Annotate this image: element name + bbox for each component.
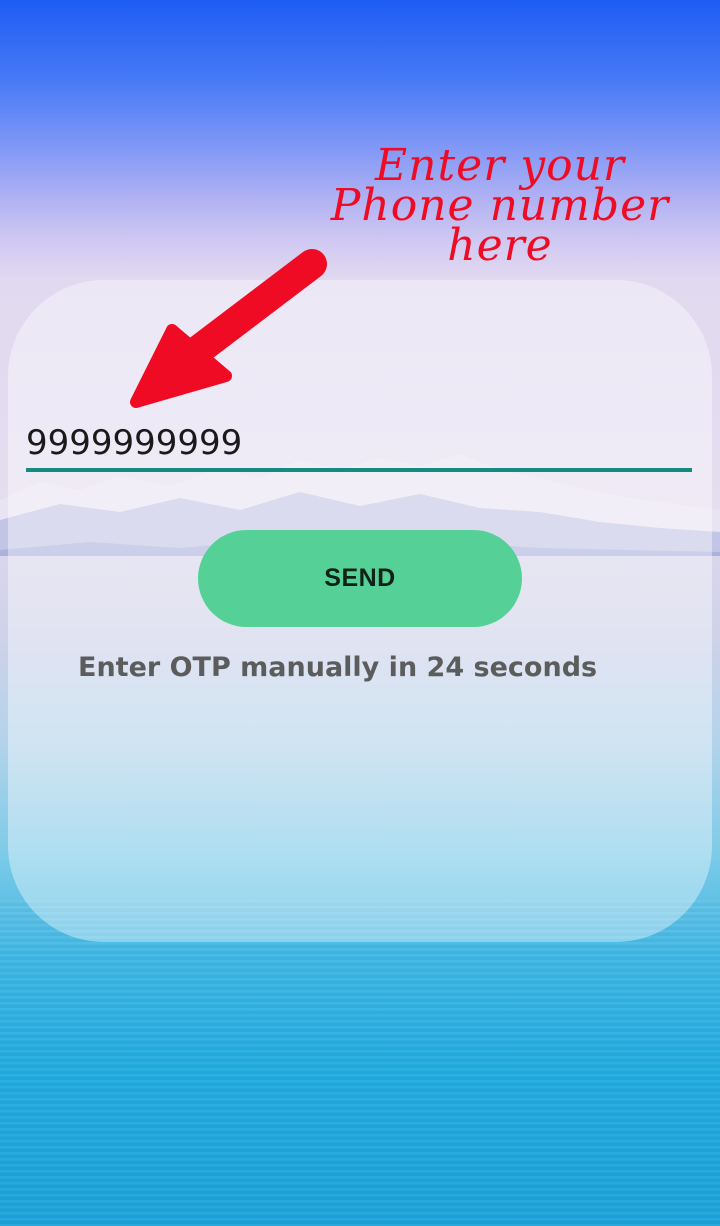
annotation-text: Enter your Phone number here xyxy=(300,144,700,271)
annotation-line: here xyxy=(447,220,553,271)
send-button-label: SEND xyxy=(324,564,396,592)
send-button[interactable]: SEND xyxy=(198,530,522,627)
water-ripples xyxy=(0,900,720,1226)
phone-number-input[interactable] xyxy=(26,418,692,472)
otp-timer-message: Enter OTP manually in 24 seconds xyxy=(78,652,598,683)
